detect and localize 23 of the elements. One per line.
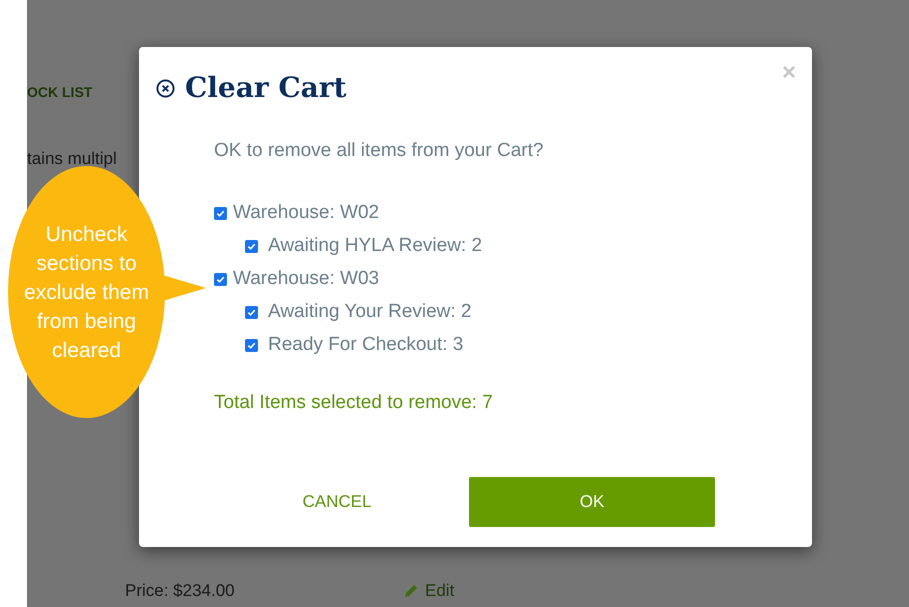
ok-button[interactable]: OK xyxy=(469,477,715,527)
total-text: Total Items selected to remove: 7 xyxy=(214,390,494,414)
cancel-button[interactable]: CANCEL xyxy=(265,477,409,527)
price-text: Price: $234.00 xyxy=(125,580,235,602)
section-option[interactable]: Warehouse: W02 xyxy=(214,202,812,224)
callout-text: Uncheck sections to exclude them from being cleared xyxy=(23,222,150,364)
link[interactable]: OCK LIST xyxy=(27,82,92,103)
checkbox[interactable] xyxy=(214,272,227,286)
subsection-option[interactable]: Awaiting HYLA Review: 2 xyxy=(214,234,812,258)
pencil-icon xyxy=(403,582,419,599)
section-option[interactable]: Warehouse: W03 xyxy=(214,268,812,290)
checkbox[interactable] xyxy=(245,306,258,318)
description-text: tains multipl xyxy=(27,148,117,170)
edit-link[interactable]: Edit xyxy=(403,578,454,604)
subsection-option[interactable]: Ready For Checkout: 3 xyxy=(214,334,812,356)
checkbox[interactable] xyxy=(245,338,258,352)
edit-text: Edit xyxy=(425,580,454,602)
subsection-option[interactable]: Awaiting Your Review: 2 xyxy=(214,300,812,324)
checkbox[interactable] xyxy=(245,240,258,252)
checkbox[interactable] xyxy=(214,206,227,220)
dialog-title: Clear Cart xyxy=(185,70,346,106)
dialog-message: OK to remove all items from your Cart? xyxy=(214,139,544,163)
close-circle-icon xyxy=(156,78,175,98)
